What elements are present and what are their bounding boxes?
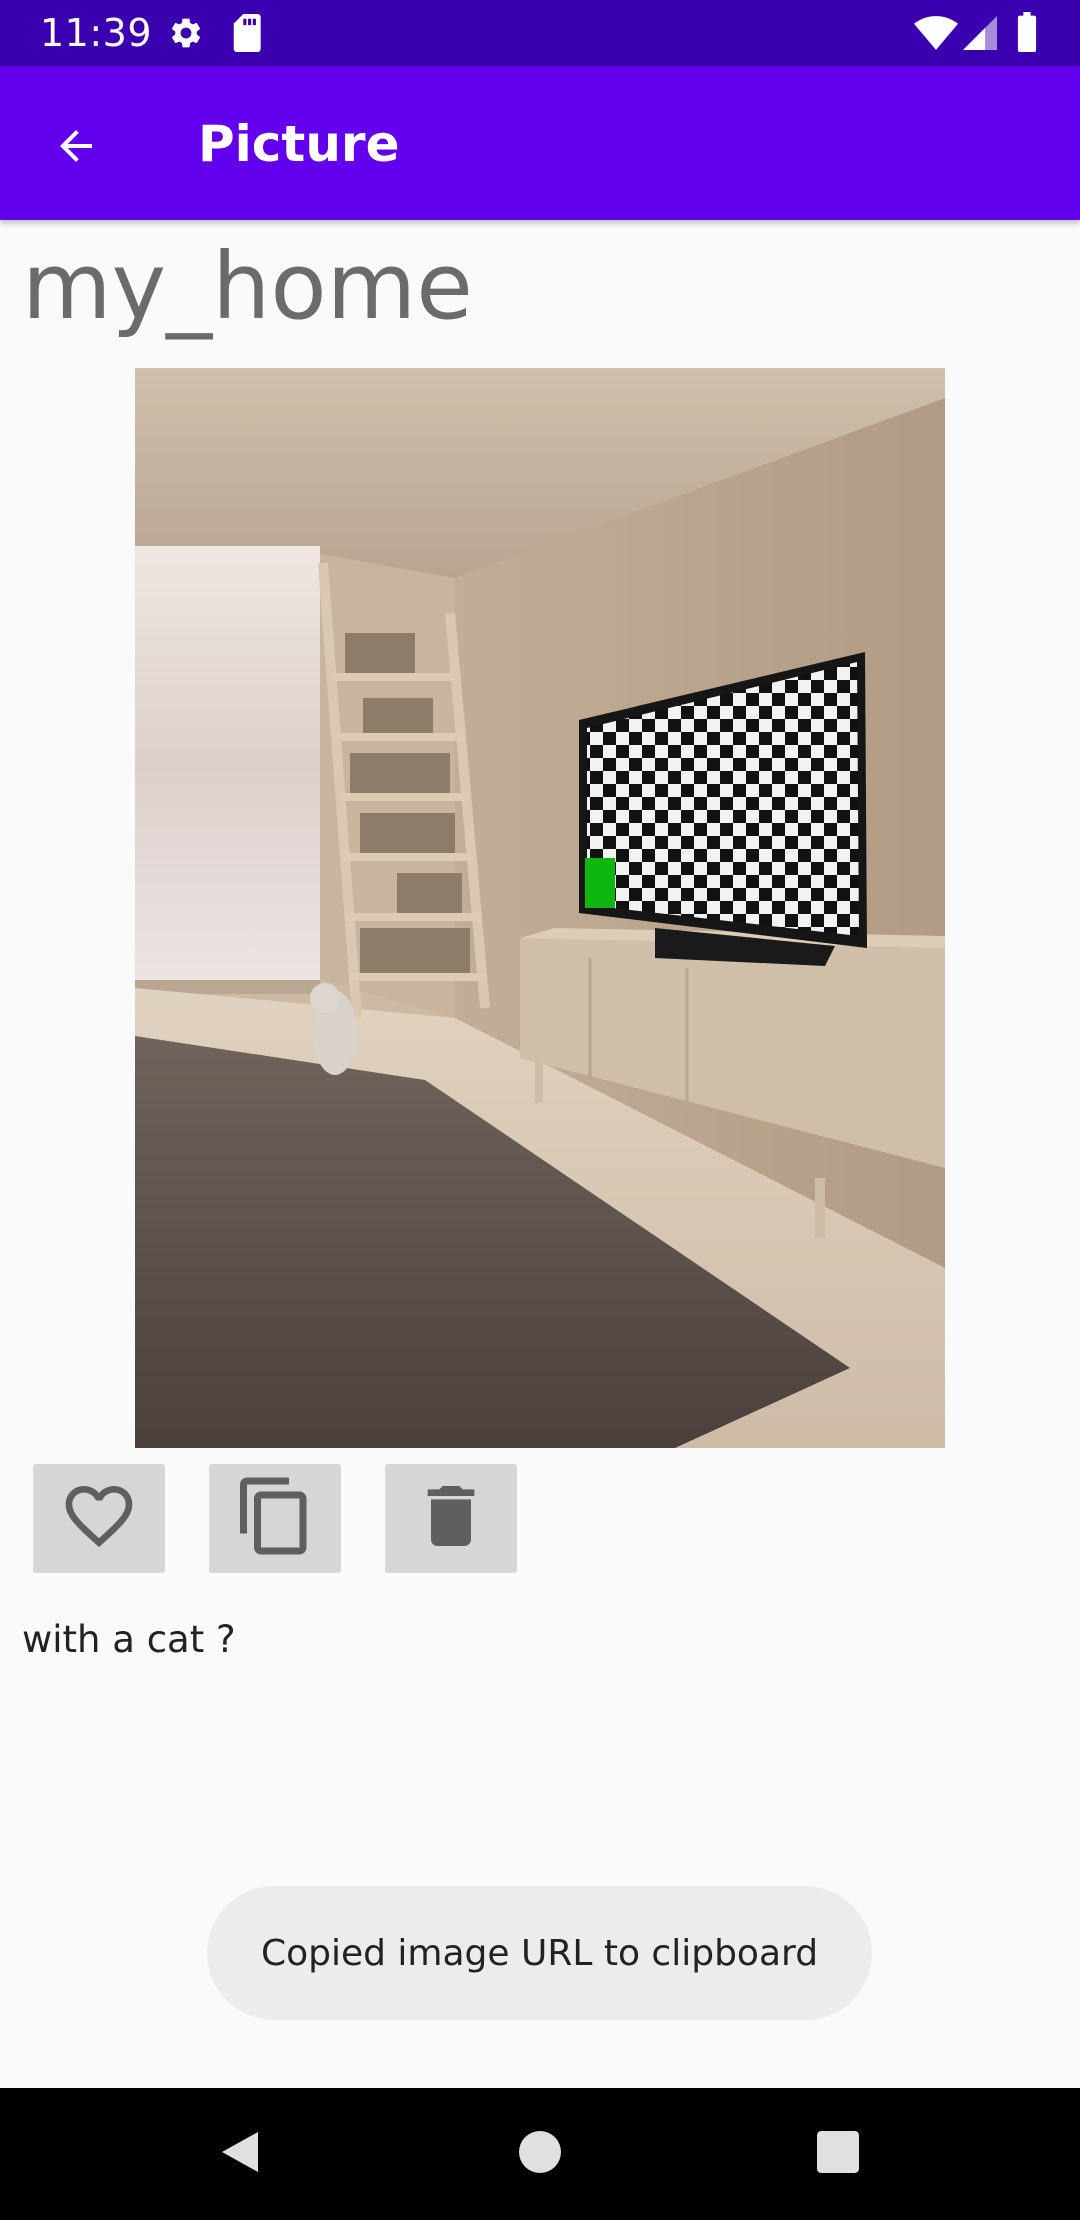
favorite-button[interactable] [33, 1464, 165, 1573]
wifi-icon [914, 16, 958, 55]
back-button[interactable] [36, 108, 116, 188]
sd-card-icon [232, 14, 264, 57]
copy-button[interactable] [209, 1464, 341, 1573]
nav-recents-button[interactable] [788, 2118, 888, 2190]
toast-message: Copied image URL to clipboard [207, 1886, 872, 2020]
back-triangle-icon [218, 2128, 262, 2181]
signal-icon [962, 16, 998, 55]
picture-image [135, 368, 945, 1448]
app-bar: Picture [0, 66, 1080, 220]
status-bar: 11:39 [0, 0, 1080, 66]
copy-icon [233, 1474, 317, 1563]
home-circle-icon [519, 2130, 561, 2178]
navigation-bar [0, 2088, 1080, 2220]
nav-home-button[interactable] [490, 2118, 590, 2190]
picture-screen: 11:39 Picture my_home with a cat ? Copie… [0, 0, 1080, 2220]
gear-icon [168, 15, 204, 56]
picture-description: with a cat ? [22, 1618, 236, 1661]
arrow-back-icon [52, 122, 100, 175]
battery-icon [1016, 12, 1038, 57]
nav-back-button[interactable] [190, 2118, 290, 2190]
heart-outline-icon [59, 1476, 139, 1561]
delete-button[interactable] [385, 1464, 517, 1573]
trash-icon [411, 1476, 491, 1561]
recents-square-icon [817, 2130, 859, 2178]
status-time: 11:39 [40, 11, 153, 55]
app-bar-title: Picture [198, 115, 400, 173]
picture-title: my_home [22, 233, 473, 340]
